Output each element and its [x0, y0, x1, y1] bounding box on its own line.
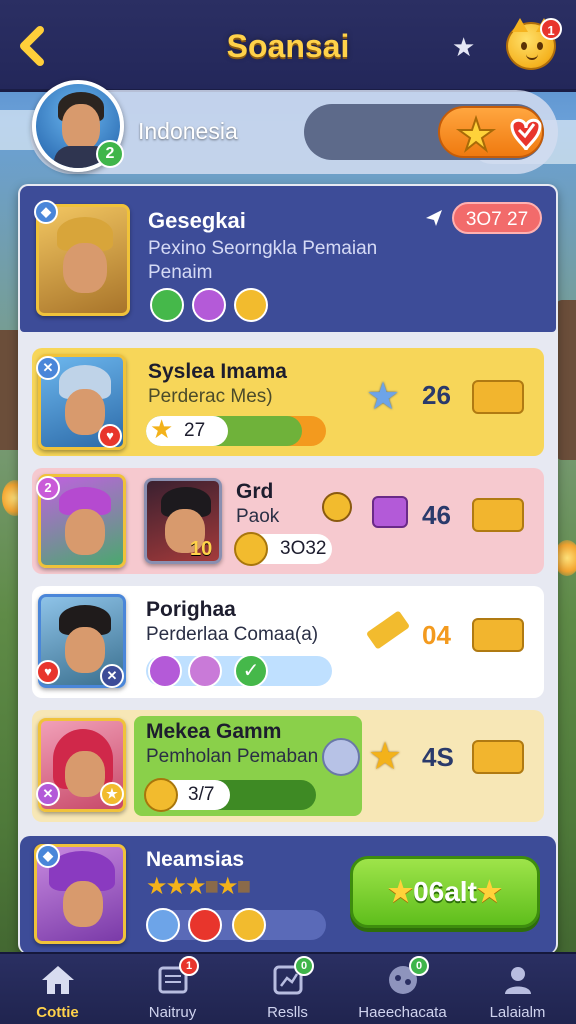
row-rank-chip: ✕ — [36, 782, 60, 806]
clover-icon[interactable] — [150, 288, 184, 322]
nav-item-home[interactable]: Cottie — [0, 954, 115, 1024]
row-heart-chip: ♥ — [36, 660, 60, 684]
nav-label: Naitruy — [148, 1004, 197, 1021]
check-icon[interactable]: ✓ — [234, 654, 268, 688]
claim-button[interactable]: ★06alt★ — [350, 856, 540, 928]
favorite-star-icon[interactable]: ★ — [452, 32, 475, 63]
nav-label: Lalaialm — [489, 1004, 546, 1021]
claim-button-label: 06alt — [413, 876, 477, 907]
nav-item-news[interactable]: 1 Naitruy — [115, 954, 230, 1024]
hero-score: 3O7 27 — [452, 202, 542, 234]
ring-icon[interactable] — [148, 654, 182, 688]
gold-coin-icon[interactable] — [234, 288, 268, 322]
row-rank-chip: 2 — [36, 476, 60, 500]
gift-chest-icon[interactable] — [472, 740, 524, 774]
house — [556, 300, 576, 460]
row-sub: Paok — [236, 506, 280, 527]
rank-star-icon: ★ — [368, 736, 403, 778]
hero-subtitle-1: Pexino Seorngkla Pemaian — [148, 238, 378, 259]
row-name: Grd — [236, 480, 274, 503]
send-arrow-icon[interactable] — [424, 208, 444, 228]
bottom-navigation: Cottie 1 Naitruy 0 Reslls 0 Haeechacata — [0, 952, 576, 1024]
notification-badge: 1 — [179, 956, 199, 976]
heart-shield-icon[interactable] — [188, 908, 222, 942]
star-icon: ★ — [150, 414, 174, 444]
row-count: 26 — [422, 380, 451, 410]
region-label: Indonesia — [138, 118, 238, 144]
row-name: Mekea Gamm — [146, 720, 282, 743]
row-name: Syslea Imama — [148, 360, 287, 383]
hero-subtitle-2: Penaim — [148, 262, 213, 283]
page-title: Soansai — [226, 28, 350, 64]
reward-button[interactable] — [438, 106, 544, 158]
row-name: Porighaa — [146, 598, 236, 621]
hero-name: Gesegkai — [148, 208, 246, 233]
row-star-chip: ★ — [100, 782, 124, 806]
row-count: 04 — [422, 620, 451, 650]
notification-badge: 0 — [409, 956, 429, 976]
star-heart-icon — [455, 114, 542, 153]
home-icon — [42, 966, 74, 994]
rating-stars: ★★★■★■ — [146, 873, 251, 900]
feather-icon[interactable] — [192, 288, 226, 322]
nav-item-profile[interactable]: Lalaialm — [460, 954, 575, 1024]
nav-item-games[interactable]: 0 Haeechacata — [345, 954, 460, 1024]
row-sub: Perderlaa Comaa(a) — [146, 624, 319, 645]
nav-label: Reslls — [267, 1004, 308, 1021]
row-sub: Pemholan Pemaban — [146, 746, 319, 767]
nav-label: Cottie — [36, 1004, 79, 1021]
row-rank-chip: ✕ — [100, 664, 124, 688]
row-count: 4S — [422, 742, 454, 772]
timer-icon[interactable] — [322, 738, 360, 776]
coin-icon — [234, 532, 268, 566]
top-bar: Soansai ★ 1 — [0, 0, 576, 92]
hero-rank-chip: ◆ — [34, 200, 58, 224]
rank-star-icon: ★ — [366, 376, 401, 418]
player-level-badge: 2 — [96, 140, 124, 168]
row-count: 46 — [422, 500, 451, 530]
blue-star-icon[interactable] — [146, 908, 180, 942]
row-rank-chip: ◆ — [36, 844, 60, 868]
row-rank-chip: ✕ — [36, 356, 60, 380]
gold-coin-icon[interactable] — [232, 908, 266, 942]
nav-label: Haeechacata — [358, 1004, 447, 1021]
notification-badge: 0 — [294, 956, 314, 976]
gift-chest-icon[interactable] — [472, 498, 524, 532]
nav-item-results[interactable]: 0 Reslls — [230, 954, 345, 1024]
star-badge-icon[interactable] — [188, 654, 222, 688]
gift-box-icon[interactable] — [372, 496, 408, 528]
gift-chest-icon[interactable] — [472, 380, 524, 414]
portrait-level: 10 — [190, 538, 213, 560]
row-sub: Perderac Mes) — [148, 386, 273, 407]
row-name: Neamsias — [146, 848, 245, 871]
profile-icon — [505, 967, 531, 994]
cat-mascot-button[interactable]: 1 — [506, 18, 562, 70]
coin-icon — [144, 778, 178, 812]
notification-badge: 1 — [540, 18, 562, 40]
row-heart-chip: ♥ — [98, 424, 122, 448]
bee-icon — [322, 492, 352, 522]
gift-chest-icon[interactable] — [472, 618, 524, 652]
